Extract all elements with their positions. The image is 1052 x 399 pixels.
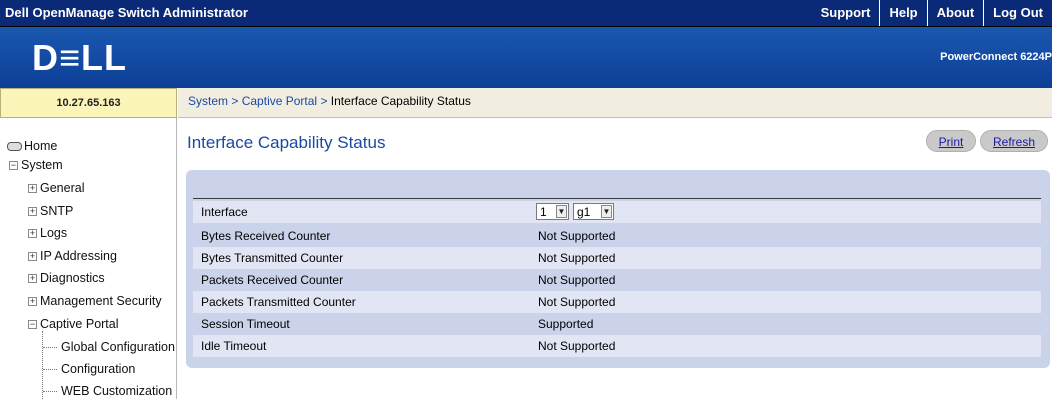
sidebar-item-captive-portal[interactable]: − Captive Portal	[28, 317, 119, 331]
row-label: Packets Received Counter	[201, 273, 344, 287]
interface-row: Interface 1 ▼ g1 ▼	[193, 201, 1041, 223]
sidebar-item-label: Diagnostics	[40, 271, 105, 285]
sidebar-item-system[interactable]: − System	[9, 158, 63, 172]
tree-line	[42, 331, 44, 399]
table-row: Bytes Received Counter Not Supported	[193, 225, 1041, 247]
table-row: Bytes Transmitted Counter Not Supported	[193, 247, 1041, 269]
print-button[interactable]: Print	[926, 130, 976, 152]
expand-icon[interactable]: +	[28, 206, 37, 216]
row-label: Packets Transmitted Counter	[201, 295, 356, 309]
tree-branch	[43, 369, 57, 370]
expand-icon[interactable]: +	[28, 183, 37, 193]
row-value: Not Supported	[538, 251, 616, 265]
sidebar-item-sntp[interactable]: + SNTP	[28, 204, 73, 218]
sidebar-item-label: IP Addressing	[40, 249, 117, 263]
help-link[interactable]: Help	[879, 0, 926, 26]
sidebar-item-label: Captive Portal	[40, 317, 119, 331]
unit-select[interactable]: 1 ▼	[536, 203, 569, 220]
row-value: Not Supported	[538, 295, 616, 309]
breadcrumb-separator: >	[231, 94, 239, 108]
collapse-icon[interactable]: −	[28, 319, 37, 329]
sidebar: Home − System + General + SNTP + Logs + …	[0, 118, 177, 399]
expand-icon[interactable]: +	[28, 273, 37, 283]
interface-label: Interface	[201, 205, 248, 219]
sidebar-item-general[interactable]: + General	[28, 181, 84, 195]
sidebar-item-label: SNTP	[40, 204, 74, 218]
page-title: Interface Capability Status	[187, 133, 386, 152]
home-icon	[7, 141, 22, 151]
breadcrumb-separator: >	[320, 94, 328, 108]
sidebar-item-home[interactable]: Home	[7, 139, 57, 153]
row-value: Supported	[538, 317, 594, 331]
breadcrumb-system[interactable]: System	[188, 94, 228, 108]
chevron-down-icon[interactable]: ▼	[601, 205, 612, 218]
product-name: PowerConnect 6224P	[940, 51, 1052, 63]
refresh-button[interactable]: Refresh	[980, 130, 1048, 152]
row-value: Not Supported	[538, 339, 616, 353]
expand-icon[interactable]: +	[28, 228, 37, 238]
dell-logo: D≡LL	[32, 37, 127, 78]
top-bar: Dell OpenManage Switch Administrator Sup…	[0, 0, 1052, 27]
sidebar-item-label: Logs	[40, 226, 68, 240]
collapse-icon[interactable]: −	[9, 160, 18, 170]
tree-branch	[43, 391, 57, 392]
sidebar-item-label: General	[40, 181, 85, 195]
table-row: Idle Timeout Not Supported	[193, 335, 1041, 357]
breadcrumb-current: Interface Capability Status	[330, 94, 471, 108]
panel-divider	[193, 198, 1041, 199]
expand-icon[interactable]: +	[28, 296, 37, 306]
port-select[interactable]: g1 ▼	[573, 203, 614, 220]
unit-value: 1	[540, 205, 547, 219]
row-value: Not Supported	[538, 229, 616, 243]
row-label: Bytes Transmitted Counter	[201, 251, 344, 265]
row-label: Session Timeout	[201, 317, 290, 331]
sidebar-item-web-customization[interactable]: WEB Customization	[61, 384, 172, 398]
table-row: Session Timeout Supported	[193, 313, 1041, 335]
breadcrumb: System > Captive Portal > Interface Capa…	[178, 88, 1052, 118]
sidebar-item-label: System	[21, 158, 63, 172]
row-value: Not Supported	[538, 273, 616, 287]
row-label: Idle Timeout	[201, 339, 267, 353]
app-title: Dell OpenManage Switch Administrator	[5, 5, 248, 20]
tree-branch	[43, 347, 57, 348]
sidebar-item-label: Home	[24, 139, 58, 153]
dell-banner: D≡LL PowerConnect 6224P	[0, 27, 1052, 88]
about-link[interactable]: About	[926, 0, 984, 26]
chevron-down-icon[interactable]: ▼	[556, 205, 567, 218]
sidebar-item-configuration[interactable]: Configuration	[61, 362, 135, 376]
breadcrumb-captive-portal[interactable]: Captive Portal	[242, 94, 317, 108]
expand-icon[interactable]: +	[28, 251, 37, 261]
sidebar-item-ip-addressing[interactable]: + IP Addressing	[28, 249, 117, 263]
sidebar-item-management-security[interactable]: + Management Security	[28, 294, 162, 308]
device-ip: 10.27.65.163	[0, 88, 177, 118]
port-value: g1	[577, 205, 591, 219]
sidebar-item-label: Management Security	[40, 294, 162, 308]
logout-link[interactable]: Log Out	[983, 0, 1052, 26]
row-label: Bytes Received Counter	[201, 229, 331, 243]
top-links: Support Help About Log Out	[812, 0, 1052, 26]
table-row: Packets Transmitted Counter Not Supporte…	[193, 291, 1041, 313]
sidebar-item-diagnostics[interactable]: + Diagnostics	[28, 271, 105, 285]
sidebar-item-logs[interactable]: + Logs	[28, 226, 67, 240]
table-row: Packets Received Counter Not Supported	[193, 269, 1041, 291]
sidebar-item-global-configuration[interactable]: Global Configuration	[61, 340, 175, 354]
support-link[interactable]: Support	[812, 0, 880, 26]
